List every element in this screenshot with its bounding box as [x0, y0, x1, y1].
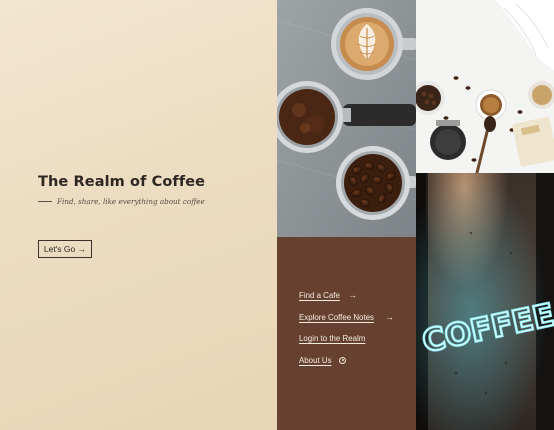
nav-item-label[interactable]: Find a Cafe [299, 290, 340, 300]
tagline: Find, share, like everything about coffe… [57, 197, 205, 206]
nav-item-explore-coffee-notes[interactable]: Explore Coffee Notes → [299, 312, 394, 322]
site-title: The Realm of Coffee [38, 174, 206, 190]
nav-item-login[interactable]: Login to the Realm [299, 333, 371, 343]
tagline-row: Find, share, like everything about coffe… [38, 197, 205, 206]
coffee-flat-lay-photo [416, 0, 554, 173]
arrow-right-icon: → [385, 312, 395, 322]
nav-item-label[interactable]: Login to the Realm [299, 333, 365, 343]
hero-panel: The Realm of Coffee Find, share, like ev… [0, 0, 277, 430]
nav-item-about-us[interactable]: About Us [299, 355, 347, 365]
portafilters-photo [277, 0, 416, 237]
tagline-divider [38, 201, 52, 202]
arrow-right-icon: → [348, 290, 357, 300]
nav-panel: Find a Cafe → Explore Coffee Notes → Log… [277, 237, 416, 430]
nav-item-label[interactable]: Explore Coffee Notes [299, 312, 374, 322]
neon-coffee-sign-photo: COFFEE COFFEE [416, 173, 554, 430]
nav-item-label[interactable]: About Us [299, 355, 332, 365]
target-icon [339, 356, 347, 364]
nav-item-find-a-cafe[interactable]: Find a Cafe → [299, 290, 357, 300]
lets-go-button[interactable]: Let's Go → [38, 240, 92, 258]
